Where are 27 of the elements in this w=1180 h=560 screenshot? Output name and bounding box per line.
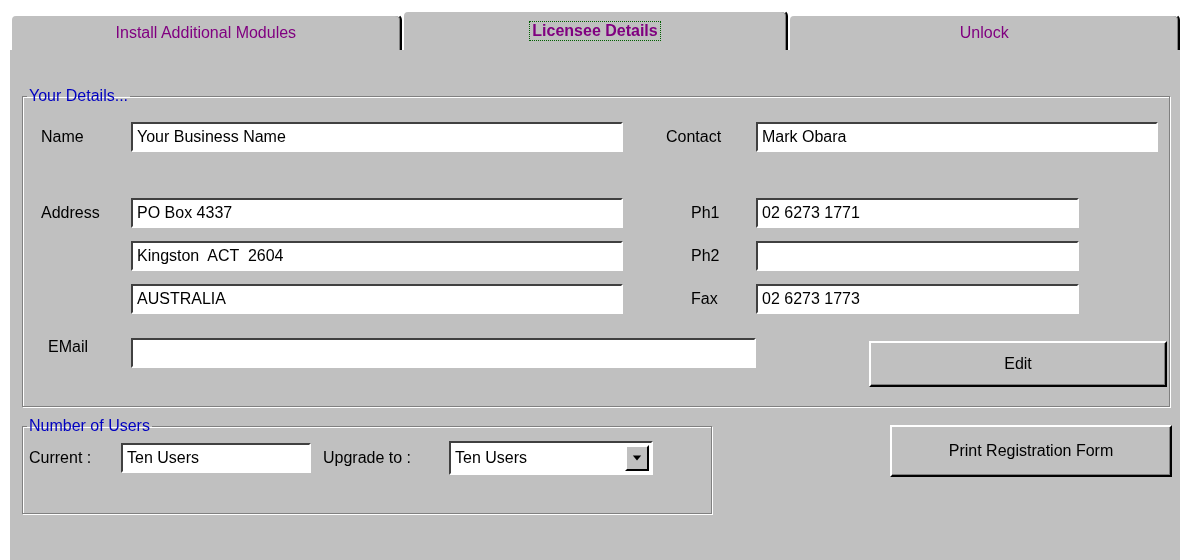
field-label: Ph1	[691, 204, 721, 222]
edit-button[interactable]: Edit	[869, 341, 1167, 387]
tab[interactable]: Install Additional Modules	[10, 14, 402, 50]
field-label: EMail	[47, 338, 89, 356]
phone-field[interactable]	[756, 241, 1079, 271]
contact-field[interactable]: Mark Obara	[756, 122, 1158, 152]
field-label: Upgrade to :	[323, 449, 413, 467]
group-title: Your Details...	[28, 87, 129, 105]
tab[interactable]: Licensee Details	[401, 10, 789, 50]
field-label: Name	[40, 128, 85, 146]
name-field[interactable]: Your Business Name	[131, 122, 623, 152]
upgrade-dropdown[interactable]: Ten Users	[449, 441, 653, 475]
phone-field[interactable]: 02 6273 1771	[756, 198, 1079, 228]
field-label: Current :	[28, 449, 93, 467]
tab[interactable]: Unlock	[788, 14, 1180, 50]
print-registration-button[interactable]: Print Registration Form	[890, 425, 1172, 477]
phone-field[interactable]: 02 6273 1773	[756, 284, 1079, 314]
address-field[interactable]: Kingston ACT 2604	[131, 241, 623, 271]
field-label: Fax	[691, 290, 719, 308]
address-field[interactable]: PO Box 4337	[131, 198, 623, 228]
current-users-field[interactable]: Ten Users	[121, 443, 311, 473]
field-label: Address	[40, 204, 101, 222]
field-label: Contact	[666, 128, 723, 146]
group-title: Number of Users	[28, 417, 151, 435]
address-field[interactable]: AUSTRALIA	[131, 284, 623, 314]
field-label: Ph2	[691, 247, 721, 265]
email-field[interactable]	[131, 338, 756, 368]
